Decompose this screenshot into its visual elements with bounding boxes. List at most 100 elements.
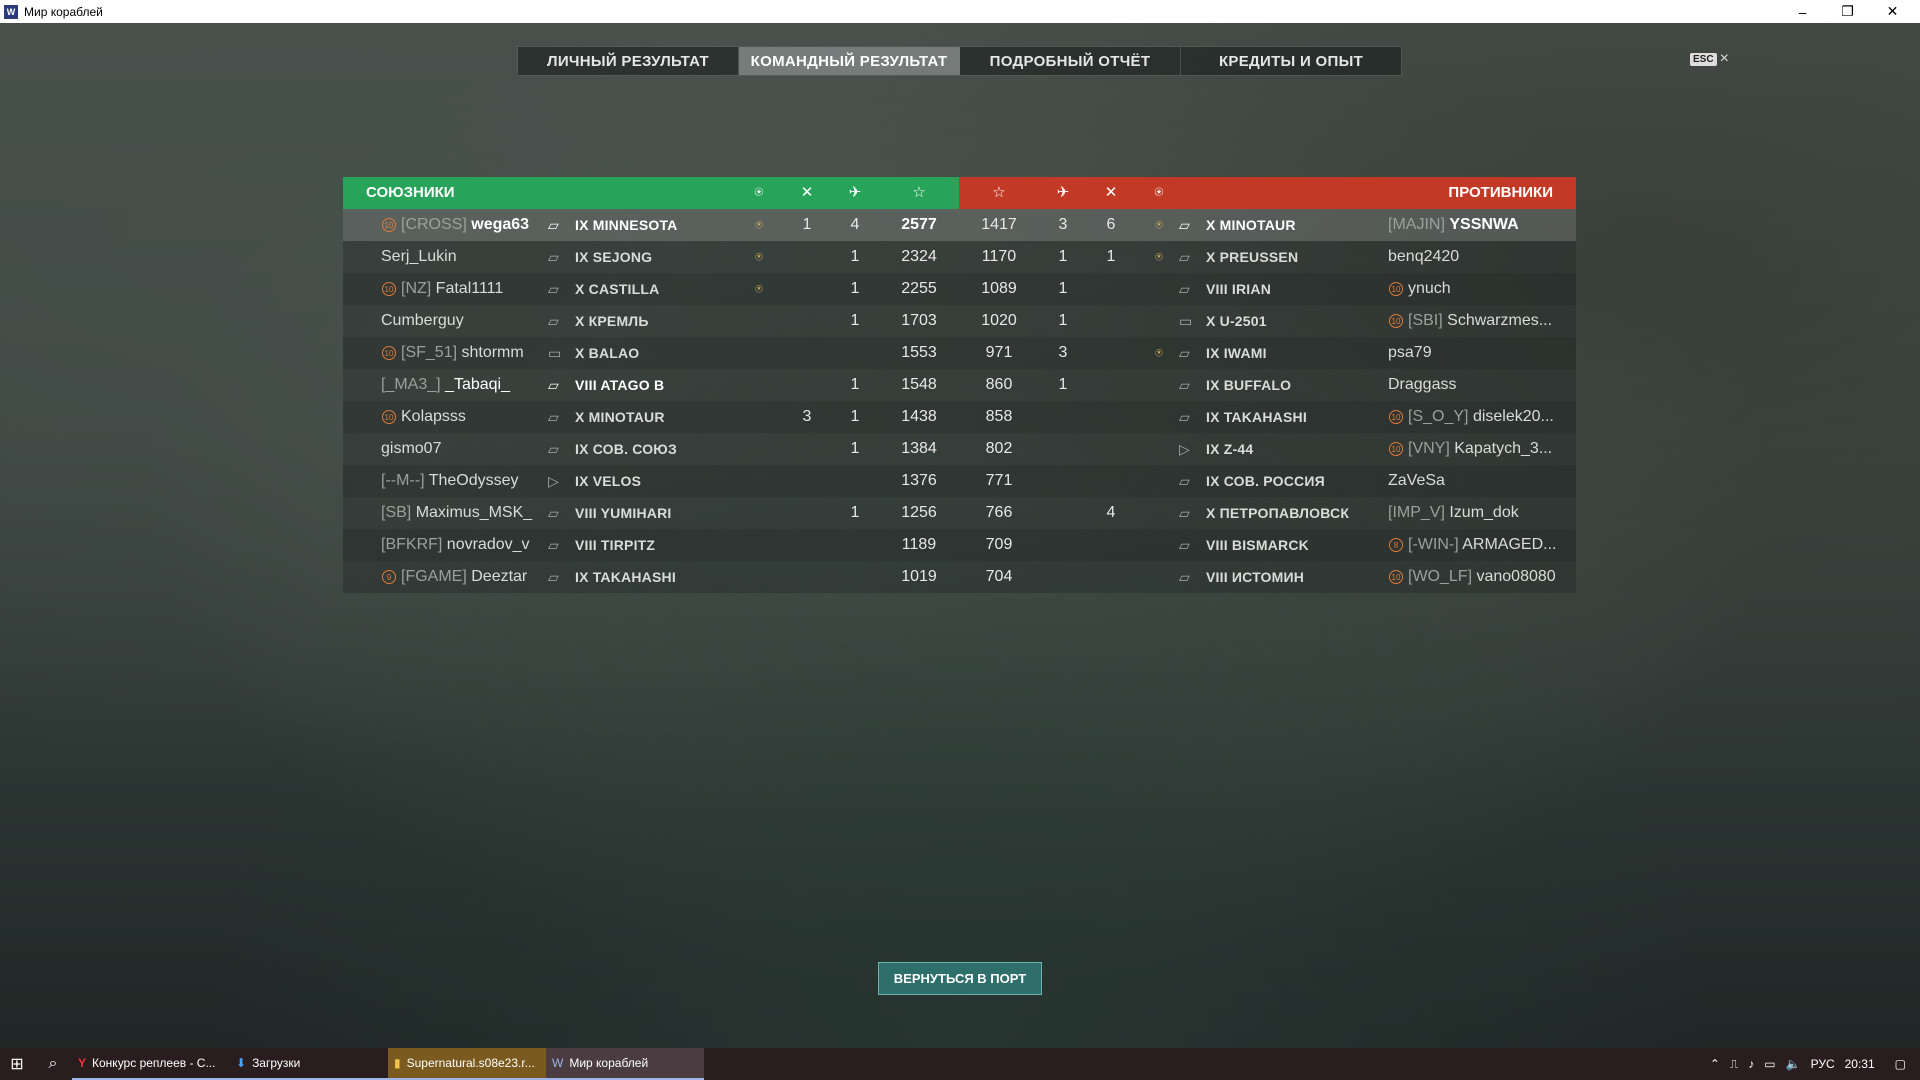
tab-detailed-report[interactable]: ПОДРОБНЫЙ ОТЧЁТ: [960, 47, 1181, 75]
taskbar-item-video[interactable]: ▮ Supernatural.s08e23.r...: [388, 1048, 546, 1080]
table-row[interactable]: 9 [FGAME] Deeztar ▱ IX TAKAHASHI 1019 704 ▱ VII…: [343, 561, 1576, 593]
ship-name: X CASTILLA: [575, 281, 660, 297]
player-name: ynuch: [1408, 280, 1451, 297]
table-row[interactable]: 10 [SF_51] shtormm ▭ X BALAO 1553 971 3 ⍟ ▱ IX IW…: [343, 337, 1576, 369]
battleship-icon: ▱: [1179, 409, 1190, 425]
battery-icon[interactable]: ▭: [1764, 1057, 1775, 1071]
player-name: psa79: [1388, 344, 1432, 361]
base-xp: 709: [985, 536, 1013, 553]
taskbar-item-browser[interactable]: Y Конкурс реплеев - С...: [72, 1048, 230, 1080]
table-row[interactable]: [--M--] TheOdyssey ▷ IX VELOS 1376 771 ▱ IX СО…: [343, 465, 1576, 497]
enemy-player: [MAJIN] YSSNWA: [1388, 209, 1519, 241]
planes-count: 1: [1058, 312, 1068, 329]
base-xp: 704: [985, 568, 1013, 585]
player-name: Draggass: [1388, 376, 1457, 393]
clock[interactable]: 20:31: [1845, 1057, 1875, 1071]
ally-player: [NZ] Fatal1111: [401, 273, 503, 305]
player-name: gismo07: [381, 440, 442, 457]
ally-player: [FGAME] Deeztar: [401, 561, 527, 593]
enemy-player: ZaVeSa: [1388, 465, 1445, 497]
taskbar-item-downloads[interactable]: ⬇ Загрузки: [230, 1048, 388, 1080]
tab-credits-xp[interactable]: КРЕДИТЫ И ОПЫТ: [1181, 47, 1401, 75]
windows-start-icon[interactable]: ⊞: [0, 1048, 34, 1080]
player-name: Serj_Lukin: [381, 248, 457, 265]
notifications-icon[interactable]: ▢: [1895, 1057, 1906, 1071]
table-row[interactable]: gismo07 ▱ IX СОВ. СОЮЗ 1 1384 802 ▷ IX Z-44 10 [V…: [343, 433, 1576, 465]
ship-name: VIII ИСТОМИН: [1206, 569, 1305, 585]
cruiser-icon: ▱: [548, 377, 559, 393]
base-xp: 971: [985, 344, 1013, 361]
network-icon[interactable]: ⎍: [1730, 1057, 1738, 1072]
battleship-icon: ▱: [1179, 345, 1190, 361]
battleship-icon: ▱: [1179, 537, 1190, 553]
base-xp: 1256: [901, 504, 937, 521]
tab-team-result[interactable]: КОМАНДНЫЙ РЕЗУЛЬТАТ: [739, 47, 960, 75]
enemy-player: [-WIN-] ARMAGED...: [1408, 529, 1556, 561]
clan-tag: [NZ]: [401, 280, 432, 297]
ship-name: X MINOTAUR: [1206, 217, 1296, 233]
clan-tag: [--M--]: [381, 472, 425, 489]
tab-personal-result[interactable]: ЛИЧНЫЙ РЕЗУЛЬТАТ: [518, 47, 739, 75]
kills-count: 1: [1106, 248, 1116, 265]
language-indicator[interactable]: РУС: [1811, 1057, 1835, 1071]
volume-icon[interactable]: 🔈: [1786, 1057, 1801, 1071]
close-icon[interactable]: ✕: [1870, 0, 1915, 23]
kills-column-icon: ✕: [800, 184, 814, 201]
clan-tag: [SF_51]: [401, 344, 458, 361]
table-row[interactable]: 10 [NZ] Fatal1111 ▱ X CASTILLA ⍟ 1 2255 1089 1 ▱ V…: [343, 273, 1576, 305]
battleship-icon: ▱: [548, 569, 559, 585]
planes-count: 1: [850, 408, 860, 425]
table-row[interactable]: [SB] Maximus_MSK_ ▱ VIII YUMIHARI 1 1256 766 4…: [343, 497, 1576, 529]
enemies-header: ☆ ✈ ✕ ⍟ ПРОТИВНИКИ: [959, 177, 1576, 209]
enemy-player: Draggass: [1388, 369, 1456, 401]
clan-tag: [MAJIN]: [1388, 216, 1445, 233]
clan-tag: [SBI]: [1408, 312, 1443, 329]
rank-badge-icon: 10: [1389, 282, 1403, 296]
table-row[interactable]: Serj_Lukin ▱ IX SEJONG ⍟ 1 2324 1170 1 1 ⍟ ▱ X PREU…: [343, 241, 1576, 273]
medal-icon: ⍟: [1155, 249, 1163, 264]
minimize-icon[interactable]: –: [1780, 0, 1825, 23]
chevron-up-icon[interactable]: ⌃: [1710, 1057, 1720, 1071]
xp-column-icon: ☆: [992, 184, 1006, 201]
ship-name: IX IWAMI: [1206, 345, 1267, 361]
player-name: ZaVeSa: [1388, 472, 1445, 489]
ship-name: IX Z-44: [1206, 441, 1254, 457]
window-titlebar: W Мир кораблей – ❐ ✕: [0, 0, 1920, 23]
clan-tag: [_MA3_]: [381, 376, 441, 393]
return-to-port-button[interactable]: ВЕРНУТЬСЯ В ПОРТ: [878, 962, 1042, 995]
search-icon[interactable]: ⌕: [34, 1048, 72, 1080]
warships-app-icon: W: [552, 1056, 564, 1070]
taskbar: ⊞ ⌕ Y Конкурс реплеев - С... ⬇ Загрузки …: [0, 1048, 1920, 1080]
destroyer-icon: ▷: [548, 473, 559, 489]
ship-name: IX СОВ. СОЮЗ: [575, 441, 677, 457]
planes-count: 1: [1058, 280, 1068, 297]
table-row[interactable]: [BFKRF] novradov_v ▱ VIII TIRPITZ 1189 709 ▱ V…: [343, 529, 1576, 561]
results-tabs: ЛИЧНЫЙ РЕЗУЛЬТАТ КОМАНДНЫЙ РЕЗУЛЬТАТ ПОД…: [517, 46, 1402, 76]
base-xp: 802: [985, 440, 1013, 457]
restore-icon[interactable]: ❐: [1825, 0, 1870, 23]
clan-tag: [IMP_V]: [1388, 504, 1445, 521]
rank-badge-icon: 10: [1389, 570, 1403, 584]
table-row[interactable]: Cumberguy ▱ X КРЕМЛЬ 1 1703 1020 1 ▭ X U-2501 10 […: [343, 305, 1576, 337]
player-name: Cumberguy: [381, 312, 464, 329]
ally-player: [BFKRF] novradov_v: [381, 529, 530, 561]
microphone-icon[interactable]: ♪: [1748, 1057, 1754, 1071]
table-row[interactable]: 10 [CROSS] wega63 ▱ IX MINNESOTA ⍟ 1 4 2577 1417…: [343, 209, 1576, 241]
player-name: ARMAGED...: [1462, 536, 1557, 553]
table-row[interactable]: 10 Kolapsss ▱ X MINOTAUR 3 1 1438 858 ▱ IX TAKAHA…: [343, 401, 1576, 433]
base-xp: 858: [985, 408, 1013, 425]
taskbar-item-label: Supernatural.s08e23.r...: [406, 1056, 535, 1070]
table-row[interactable]: [_MA3_] _Tabaqi_ ▱ VIII ATAGO B 1 1548 860 1 ▱ I…: [343, 369, 1576, 401]
medal-icon: ⍟: [1155, 217, 1163, 232]
ship-name: VIII ATAGO B: [575, 377, 665, 393]
esc-close-button[interactable]: ESC ×: [1690, 50, 1729, 68]
base-xp: 1438: [901, 408, 937, 425]
taskbar-item-warships[interactable]: W Мир кораблей: [546, 1048, 704, 1080]
ally-player: [CROSS] wega63: [401, 209, 529, 241]
ship-name: IX SEJONG: [575, 249, 653, 265]
rank-badge-icon: 10: [1389, 410, 1403, 424]
ally-player: Cumberguy: [381, 305, 464, 337]
battleship-icon: ▱: [1179, 473, 1190, 489]
kills-column-icon: ✕: [1104, 184, 1118, 201]
rank-badge-icon: 10: [382, 218, 396, 232]
